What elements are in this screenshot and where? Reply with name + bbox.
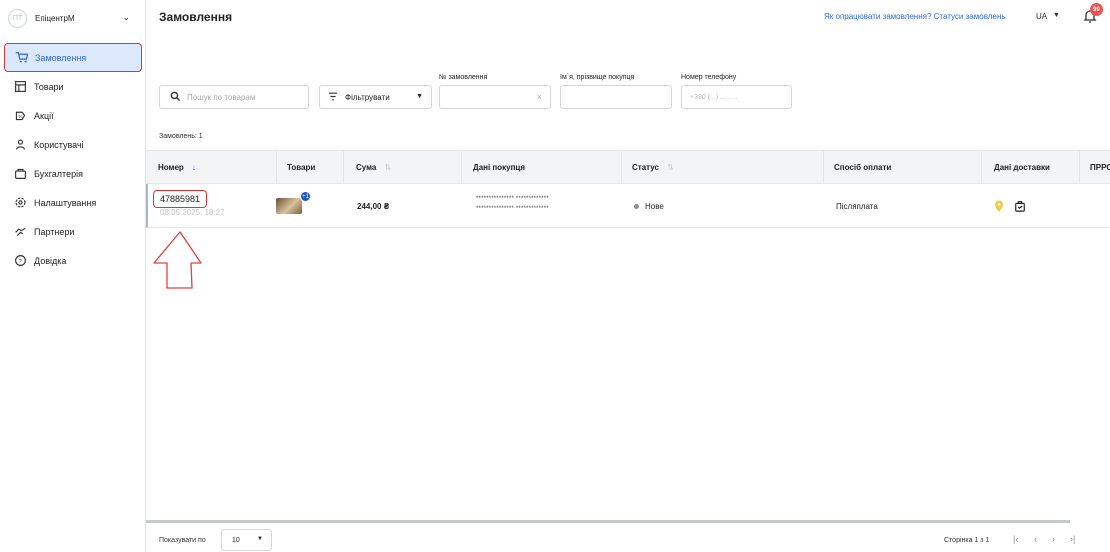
- filter-label: Фільтрувати: [345, 92, 390, 102]
- tag-icon: %: [13, 109, 27, 123]
- sidebar-item-label: Замовлення: [35, 52, 87, 63]
- help-link[interactable]: Як опрацювати замовлення? Статуси замовл…: [824, 12, 1005, 21]
- prev-page-icon[interactable]: ‹: [1034, 534, 1037, 544]
- column-header-delivery: Дані доставки: [982, 151, 1080, 184]
- cart-icon: [14, 51, 28, 65]
- buyer-line: *************** *************: [476, 196, 549, 202]
- order-status: Нове: [634, 184, 664, 228]
- search-input[interactable]: Пошук по товарам: [159, 85, 309, 109]
- search-icon: [170, 91, 181, 104]
- product-thumbnail[interactable]: [276, 198, 302, 214]
- sidebar-item-help[interactable]: ? Довідка: [4, 246, 142, 275]
- help-icon: ?: [13, 254, 27, 268]
- account-switcher[interactable]: ПТ ЕпіцентрМ ⌄: [8, 8, 138, 28]
- sidebar-item-label: Бухгалтерія: [34, 168, 83, 179]
- delivery-box-icon[interactable]: [1014, 184, 1026, 228]
- account-name: ЕпіцентрМ: [35, 13, 75, 23]
- pagination-footer: Показувати по 10 ▼ Сторінка 1 з 1 |‹ ‹ ›…: [146, 520, 1110, 552]
- sidebar-item-accounting[interactable]: Бухгалтерія: [4, 159, 142, 188]
- per-page-select[interactable]: 10 ▼: [221, 529, 272, 551]
- last-page-icon[interactable]: ›|: [1070, 534, 1075, 544]
- status-dot-icon: [634, 203, 639, 209]
- sidebar-item-label: Довідка: [34, 255, 67, 266]
- svg-text:%: %: [18, 114, 23, 120]
- sort-icon[interactable]: ⇅: [667, 163, 674, 172]
- phone-placeholder: +380 (...) ... .. ..: [690, 93, 738, 101]
- sidebar-item-promotions[interactable]: % Акції: [4, 101, 142, 130]
- language-selector[interactable]: UA: [1036, 12, 1047, 21]
- page-title: Замовлення: [159, 10, 233, 24]
- column-header-status[interactable]: Статус ⇅: [622, 151, 824, 184]
- sidebar-item-label: Товари: [34, 81, 64, 92]
- avatar: ПТ: [8, 8, 27, 28]
- orders-table: Номер ↓ Товари Сума ⇅ Дані покупця Статус ⇅…: [146, 150, 1110, 228]
- sort-down-icon[interactable]: ↓: [192, 163, 196, 172]
- sidebar-item-label: Акції: [34, 110, 54, 121]
- buyer-name-label: Ім`я, прізвище покупця: [560, 74, 635, 81]
- buyer-name-field[interactable]: [560, 85, 672, 109]
- sidebar: ПТ ЕпіцентрМ ⌄ Замовлення Товари % Акції…: [0, 0, 146, 552]
- phone-field[interactable]: +380 (...) ... .. ..: [681, 85, 792, 109]
- orders-count: Замовлень: 1: [159, 133, 203, 140]
- svg-text:?: ?: [18, 259, 21, 265]
- sort-icon[interactable]: ⇅: [384, 163, 391, 172]
- column-header-number[interactable]: Номер ↓: [146, 151, 277, 184]
- column-header-buyer: Дані покупця: [462, 151, 622, 184]
- filter-dropdown[interactable]: Фільтрувати ▼: [319, 85, 432, 109]
- chevron-down-icon[interactable]: ⌄: [122, 12, 130, 23]
- payment-method: Післяплата: [836, 201, 878, 211]
- column-header-payment: Спосіб оплати: [824, 151, 982, 184]
- search-placeholder: Пошук по товарам: [187, 92, 256, 102]
- show-label: Показувати по: [159, 537, 206, 544]
- accounting-icon: [13, 167, 27, 181]
- notification-badge: 99: [1090, 3, 1103, 16]
- handshake-icon: [13, 225, 27, 239]
- sidebar-item-products[interactable]: Товари: [4, 72, 142, 101]
- phone-label: Номер телефону: [681, 74, 737, 81]
- annotation-arrow: [153, 231, 202, 289]
- order-number-field[interactable]: ×: [439, 85, 551, 109]
- order-sum: 244,00 ₴: [357, 201, 390, 211]
- column-header-sum[interactable]: Сума ⇅: [344, 151, 462, 184]
- gear-icon: [13, 196, 27, 210]
- table-row[interactable]: 47885981 08.05.2025, 18:27 +1 244,00 ₴ *…: [146, 184, 1110, 228]
- sidebar-item-label: Користувачі: [34, 139, 84, 150]
- location-pin-icon[interactable]: [994, 184, 1004, 228]
- chevron-down-icon[interactable]: ▼: [1053, 12, 1060, 19]
- sidebar-item-label: Налаштування: [34, 197, 97, 208]
- buyer-line: *************** *************: [476, 206, 549, 212]
- order-date: 08.05.2025, 18:27: [160, 208, 225, 217]
- page-info: Сторінка 1 з 1: [944, 537, 990, 544]
- top-bar: Замовлення Як опрацювати замовлення? Ста…: [146, 0, 1110, 34]
- buyer-data: *************** ************* **********…: [476, 194, 549, 214]
- filter-icon: [328, 92, 338, 103]
- table-header: Номер ↓ Товари Сума ⇅ Дані покупця Статус ⇅…: [146, 150, 1110, 184]
- next-page-icon[interactable]: ›: [1052, 534, 1055, 544]
- sidebar-nav: Замовлення Товари % Акції Користувачі Бу…: [4, 43, 142, 275]
- extra-items-badge: +1: [300, 191, 311, 202]
- chevron-down-icon: ▼: [257, 536, 263, 542]
- clear-icon[interactable]: ×: [537, 92, 542, 102]
- horizontal-scrollbar[interactable]: [146, 520, 1070, 523]
- order-number[interactable]: 47885981: [153, 190, 207, 208]
- sidebar-item-users[interactable]: Користувачі: [4, 130, 142, 159]
- users-icon: [13, 138, 27, 152]
- filters-bar: Пошук по товарам Фільтрувати ▼ № замовле…: [146, 70, 1110, 110]
- sidebar-item-partners[interactable]: Партнери: [4, 217, 142, 246]
- sidebar-item-orders[interactable]: Замовлення: [4, 43, 142, 72]
- sidebar-item-settings[interactable]: Налаштування: [4, 188, 142, 217]
- box-icon: [13, 80, 27, 94]
- chevron-down-icon: ▼: [416, 93, 423, 100]
- sidebar-item-label: Партнери: [34, 226, 75, 237]
- column-header-prro: ПРРО: [1090, 163, 1110, 172]
- first-page-icon[interactable]: |‹: [1013, 534, 1018, 544]
- order-number-label: № замовлення: [439, 74, 488, 81]
- column-header-products: Товари: [277, 151, 344, 184]
